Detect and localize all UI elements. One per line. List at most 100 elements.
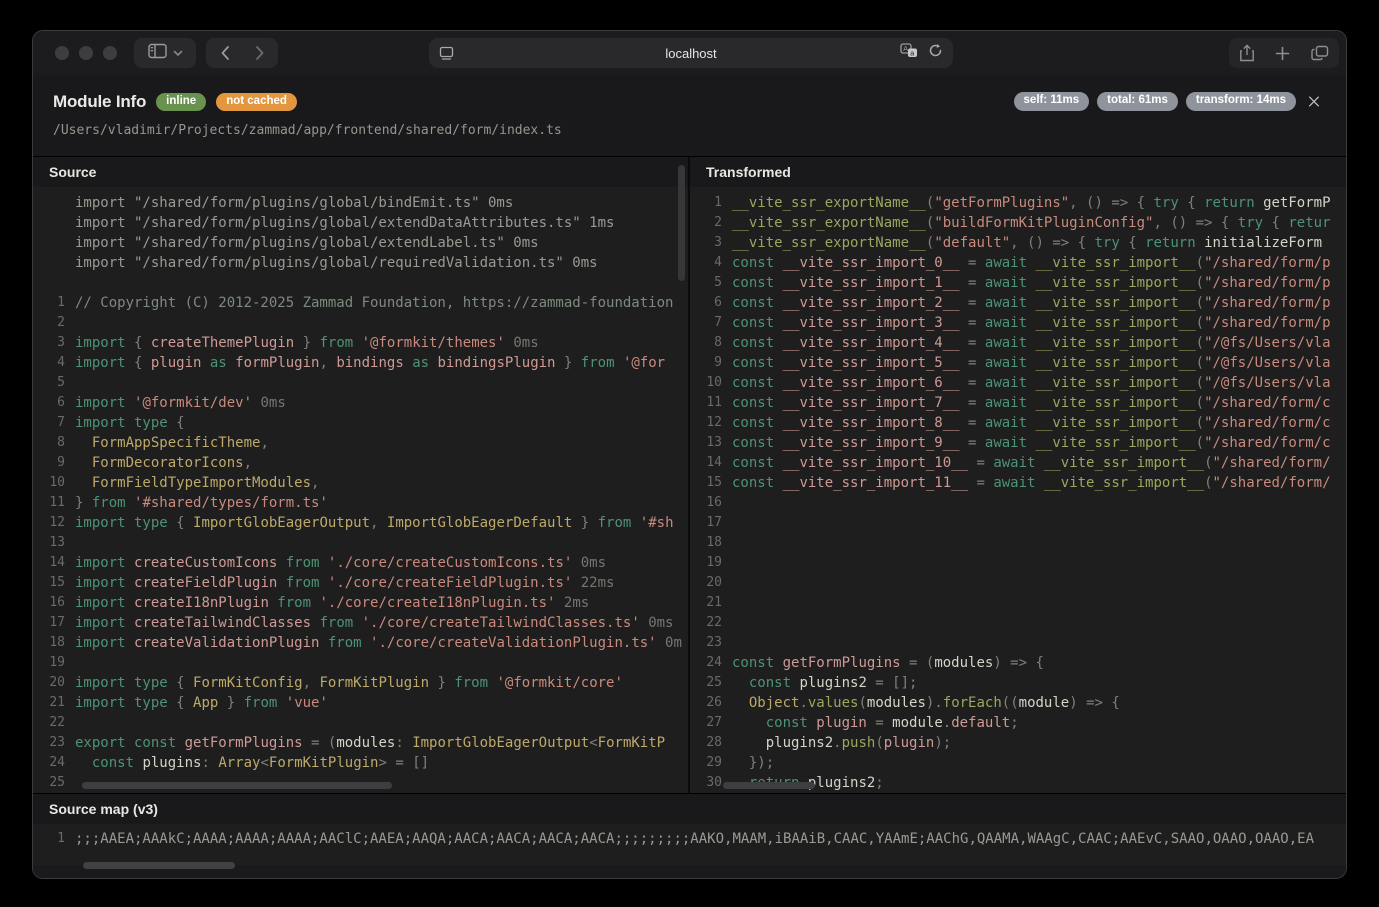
source-code-area[interactable]: import "/shared/form/plugins/global/bind… [33,187,688,793]
code-token: , [303,675,320,691]
code-token: await [985,255,1027,271]
code-line: import "/shared/form/plugins/global/bind… [33,193,688,213]
code-token: __vite_ssr_import_5__ [774,355,959,371]
code-token: const [732,475,774,491]
code-token: , () => { [1153,215,1237,231]
tabs-overview-icon [1311,45,1329,61]
code-text [75,533,688,553]
address-bar[interactable]: localhost A a [429,38,953,68]
forward-button[interactable] [242,38,277,68]
code-token: await [985,295,1027,311]
code-token: await [993,475,1035,491]
code-token: createThemePlugin [151,335,294,351]
code-token: Object [732,695,799,711]
self-time-badge: self: 11ms [1014,92,1090,111]
code-token: 0ms [505,335,539,351]
code-token [615,355,623,371]
code-token: __vite_ssr_import__ [1027,295,1196,311]
sourcemap-title: Source map (v3) [33,794,1346,824]
code-token: { [1263,215,1288,231]
code-token: as [404,355,438,371]
zoom-window-button[interactable] [103,46,117,60]
code-text: import createCustomIcons from './core/cr… [75,553,688,573]
code-line: import "/shared/form/plugins/global/exte… [33,233,688,253]
code-line: 11const __vite_ssr_import_7__ = await __… [690,393,1346,413]
code-line: 9 FormDecoratorIcons, [33,453,688,473]
line-number: 19 [33,653,75,673]
code-text: const plugins2 = []; [732,673,1346,693]
code-token: from [244,695,278,711]
translate-icon[interactable]: A a [900,43,918,63]
code-text [732,573,1346,593]
sidebar-icon [148,43,167,64]
code-text: const __vite_ssr_import_11__ = await __v… [732,473,1346,493]
tab-overview-button[interactable] [1311,45,1329,61]
code-line: 22 [690,613,1346,633]
code-token: : [395,735,412,751]
new-tab-button[interactable] [1275,46,1290,61]
code-text: __vite_ssr_exportName__("getFormPlugins"… [732,193,1346,213]
code-line: 18 [690,533,1346,553]
code-token: ( [1196,355,1204,371]
line-number: 2 [690,213,732,233]
code-line: 20 [690,573,1346,593]
sourcemap-code-area[interactable]: 1;;;AAEA;AAAkC;AAAA;AAAA;AAAA;AAClC;AAEA… [33,824,1346,865]
line-number: 17 [33,613,75,633]
code-token: push [842,735,876,751]
code-token: ( [1196,415,1204,431]
back-button[interactable] [207,38,242,68]
sourcemap-horizontal-scrollbar[interactable] [83,862,235,869]
code-text [732,493,1346,513]
code-text: const __vite_ssr_import_0__ = await __vi… [732,253,1346,273]
code-token: import [75,555,126,571]
close-button[interactable] [1302,89,1326,113]
line-number: 16 [33,593,75,613]
code-text: }); [732,753,1346,773]
code-token: __vite_ssr_import_8__ [774,415,959,431]
reload-icon[interactable] [928,43,943,63]
code-token: try [1094,235,1119,251]
code-text: import type { ImportGlobEagerOutput, Imp… [75,513,688,533]
code-token: 2ms [555,595,589,611]
code-line: 12import type { ImportGlobEagerOutput, I… [33,513,688,533]
sidebar-toggle-button[interactable] [134,38,196,68]
close-window-button[interactable] [55,46,69,60]
transformed-code-area[interactable]: 1__vite_ssr_exportName__("getFormPlugins… [690,187,1346,793]
code-line: 24const getFormPlugins = (modules) => { [690,653,1346,673]
not-cached-badge: not cached [216,93,297,112]
code-text: import "/shared/form/plugins/global/exte… [75,233,688,253]
code-token: createFieldPlugin [134,575,277,591]
line-number: 8 [690,333,732,353]
code-token: plugins [134,755,201,771]
timing-badges: self: 11ms total: 61ms transform: 14ms [1014,92,1296,111]
code-text: const getFormPlugins = (modules) => { [732,653,1346,673]
code-line: 17import createTailwindClasses from './c… [33,613,688,633]
code-token: = [968,455,993,471]
code-token: ) => { [1069,695,1120,711]
code-token: '#sh [640,515,674,531]
code-line: 22 [33,713,688,733]
minimize-window-button[interactable] [79,46,93,60]
code-token: import [75,595,126,611]
code-token: const [732,435,774,451]
source-vertical-scrollbar[interactable] [678,165,685,281]
code-line: 16 [690,493,1346,513]
code-text: import "/shared/form/plugins/global/bind… [75,193,688,213]
transformed-horizontal-scrollbar[interactable] [723,782,815,789]
code-line: import "/shared/form/plugins/global/exte… [33,213,688,233]
code-token: getFormPlugins [774,655,900,671]
code-text [75,313,688,333]
code-token: import [75,335,126,351]
code-token: = [867,715,892,731]
code-token: } [572,515,597,531]
code-token: return [1204,195,1255,211]
share-button[interactable] [1239,44,1255,62]
code-line: 5const __vite_ssr_import_1__ = await __v… [690,273,1346,293]
code-line: 11} from '#shared/types/form.ts' [33,493,688,513]
code-token: from [311,615,362,631]
line-number: 12 [33,513,75,533]
code-line: 23 [690,633,1346,653]
code-token: "/@fs/Users/vla [1204,335,1330,351]
code-token: , () => { [1069,195,1153,211]
source-horizontal-scrollbar[interactable] [82,782,392,789]
